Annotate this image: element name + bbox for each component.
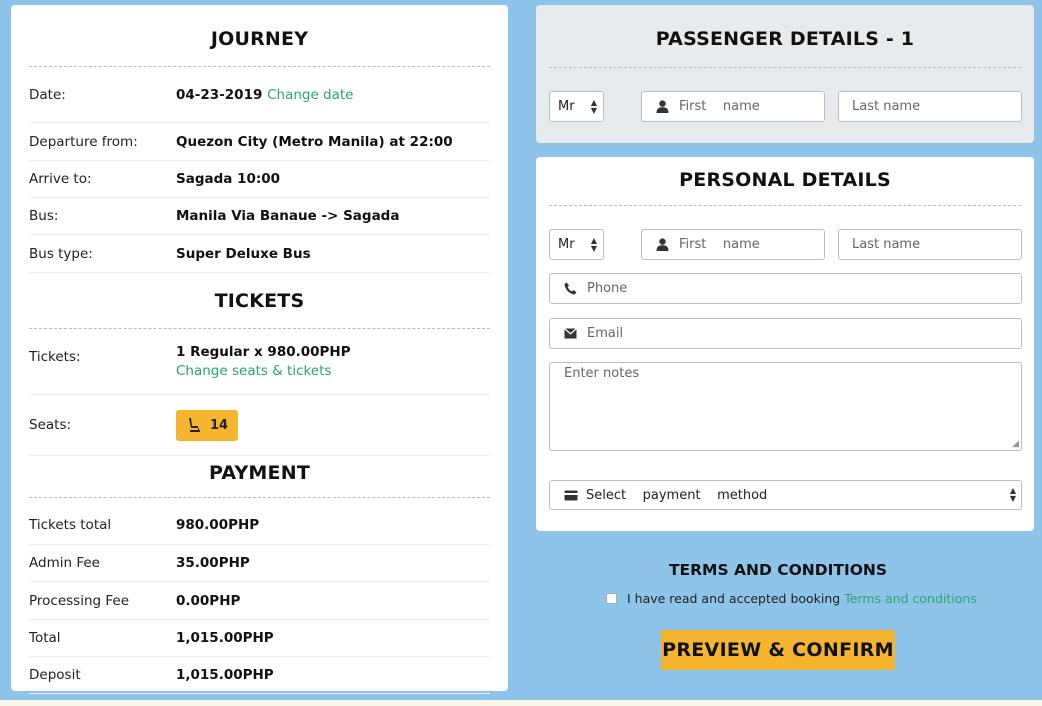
row-value: 1,015.00PHP <box>176 667 274 683</box>
terms-text: I have read and accepted booking <box>627 591 841 606</box>
row-value: 04-23-2019 Change date <box>176 87 353 103</box>
tickets-title: TICKETS <box>214 290 305 312</box>
personal-details-panel: PERSONAL DETAILS Mr ▲ ▼ First name Last n… <box>536 157 1034 531</box>
booking-summary-panel: JOURNEY Date: 04-23-2019 Change date Dep… <box>11 5 508 694</box>
passenger-last-name-input[interactable]: Last name <box>838 91 1022 122</box>
row-value: Sagada 10:00 <box>176 171 281 187</box>
notes-placeholder: Enter notes <box>564 366 640 381</box>
journey-row-departure: Departure from: Quezon City (Metro Manil… <box>29 123 490 161</box>
salutation-value: Mr <box>558 99 575 114</box>
passenger-title: PASSENGER DETAILS - 1 <box>655 28 915 50</box>
payment-title: PAYMENT <box>209 462 310 484</box>
terms-acceptance: I have read and accepted booking Terms a… <box>606 591 977 606</box>
passenger-salutation-select[interactable]: Mr ▲ ▼ <box>549 91 604 122</box>
select-arrows-icon: ▲ ▼ <box>590 235 597 253</box>
tickets-row: Tickets: 1 Regular x 980.00PHP Change se… <box>29 329 490 395</box>
row-label: Tickets total <box>29 517 112 533</box>
phone-placeholder: Phone <box>587 281 628 296</box>
personal-first-name-input[interactable]: First name <box>641 229 825 260</box>
journey-row-bus: Bus: Manila Via Banaue -> Sagada <box>29 198 490 235</box>
seat-number: 14 <box>210 417 229 433</box>
payment-method-select[interactable]: Select payment method ▲ ▼ <box>549 480 1022 510</box>
last-name-placeholder: Last name <box>852 99 921 114</box>
row-value: 35.00PHP <box>176 555 250 571</box>
row-label: Arrive to: <box>29 171 92 187</box>
row-label: Admin Fee <box>29 555 100 571</box>
seat-icon <box>189 418 200 432</box>
row-label: Deposit <box>29 667 81 683</box>
row-value: Quezon City (Metro Manila) at 22:00 <box>176 133 453 150</box>
journey-row-arrival: Arrive to: Sagada 10:00 <box>29 161 490 198</box>
row-label: Processing Fee <box>29 592 130 609</box>
row-value: 0.00PHP <box>176 592 241 609</box>
journey-row-date: Date: 04-23-2019 Change date <box>29 67 490 123</box>
row-value: 1 Regular x 980.00PHP Change seats & tic… <box>176 343 351 381</box>
seats-row: Seats: 14 <box>29 395 490 456</box>
row-value: Manila Via Banaue -> Sagada <box>176 208 400 224</box>
terms-title: TERMS AND CONDITIONS <box>668 561 888 579</box>
user-icon <box>656 100 669 113</box>
journey-title: JOURNEY <box>210 28 309 50</box>
payment-method-value: Select payment method <box>586 487 768 503</box>
personal-last-name-input[interactable]: Last name <box>838 229 1022 260</box>
select-arrows-icon: ▲ ▼ <box>1009 486 1016 503</box>
envelope-icon <box>564 328 577 339</box>
row-label: Seats: <box>29 417 72 433</box>
seat-badge[interactable]: 14 <box>176 409 239 441</box>
payment-row-processing-fee: Processing Fee 0.00PHP <box>29 582 490 620</box>
row-value: Super Deluxe Bus <box>176 245 311 262</box>
change-date-link[interactable]: Change date <box>267 87 353 103</box>
user-icon <box>656 238 669 251</box>
row-label: Bus type: <box>29 245 93 262</box>
salutation-value: Mr <box>558 237 575 252</box>
payment-row-admin-fee: Admin Fee 35.00PHP <box>29 545 490 582</box>
email-input[interactable]: Email <box>549 318 1022 349</box>
tickets-value: 1 Regular x 980.00PHP <box>176 343 351 360</box>
passenger-first-name-input[interactable]: First name <box>641 91 825 122</box>
payment-row-total: Total 1,015.00PHP <box>29 620 490 657</box>
row-label: Tickets: <box>29 349 81 365</box>
first-name-placeholder: First name <box>679 99 760 114</box>
select-arrows-icon: ▲ ▼ <box>590 97 597 115</box>
row-label: Departure from: <box>29 133 138 150</box>
date-value: 04-23-2019 <box>176 86 263 103</box>
payment-row-tickets-total: Tickets total 980.00PHP <box>29 498 490 545</box>
change-seats-link[interactable]: Change seats & tickets <box>176 363 331 379</box>
divider <box>549 67 1021 68</box>
preview-confirm-button[interactable]: PREVIEW & CONFIRM <box>661 630 895 670</box>
phone-icon <box>564 282 577 295</box>
phone-input[interactable]: Phone <box>549 273 1022 304</box>
terms-link[interactable]: Terms and conditions <box>844 591 977 606</box>
row-label: Bus: <box>29 208 59 224</box>
notes-textarea[interactable]: Enter notes ◢ <box>549 362 1022 451</box>
page-footer-strip <box>0 700 1042 706</box>
personal-title: PERSONAL DETAILS <box>679 169 891 191</box>
last-name-placeholder: Last name <box>852 237 921 252</box>
journey-row-bus-type: Bus type: Super Deluxe Bus <box>29 235 490 273</box>
payment-row-deposit: Deposit 1,015.00PHP <box>29 657 490 694</box>
row-value: 1,015.00PHP <box>176 630 274 646</box>
credit-card-icon <box>564 490 578 501</box>
row-label: Total <box>29 630 61 646</box>
divider <box>549 205 1021 206</box>
passenger-details-panel: PASSENGER DETAILS - 1 Mr ▲ ▼ First name L… <box>536 5 1034 143</box>
row-label: Date: <box>29 86 66 103</box>
resize-handle-icon[interactable]: ◢ <box>1012 439 1019 449</box>
row-value: 980.00PHP <box>176 517 260 533</box>
terms-checkbox[interactable] <box>606 593 617 604</box>
first-name-placeholder: First name <box>679 237 760 252</box>
email-placeholder: Email <box>587 326 624 341</box>
personal-salutation-select[interactable]: Mr ▲ ▼ <box>549 229 604 260</box>
